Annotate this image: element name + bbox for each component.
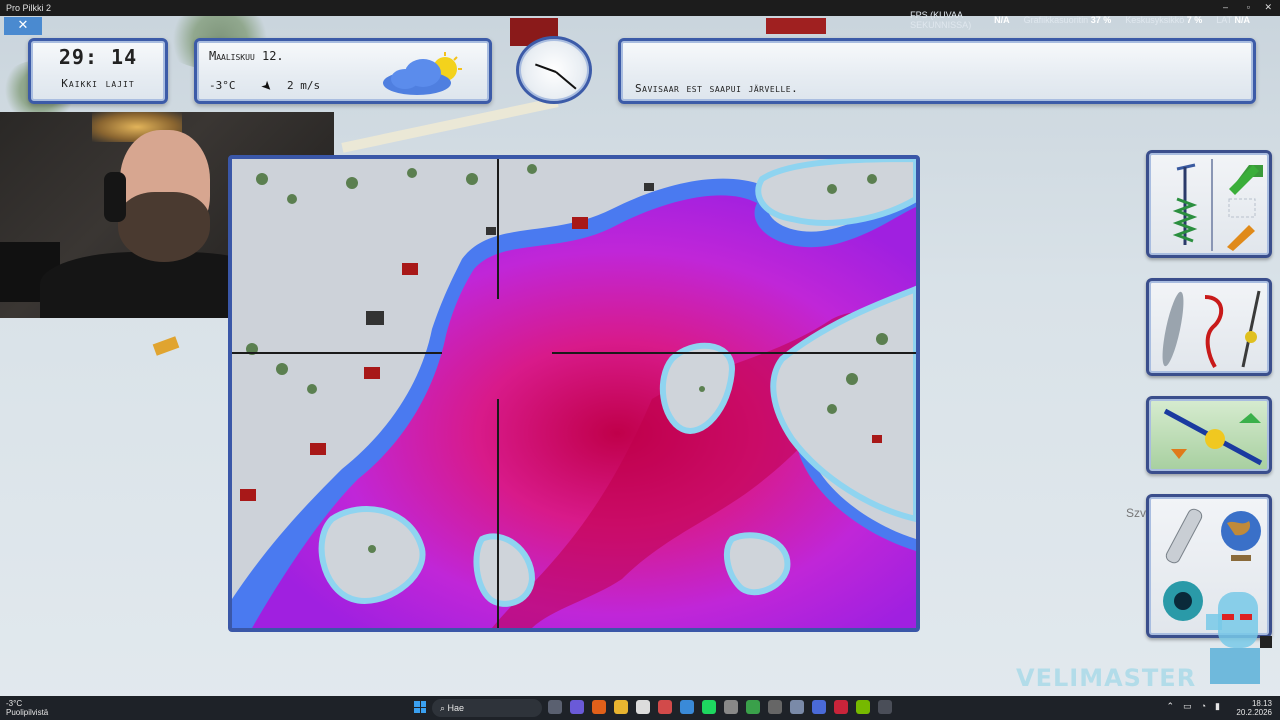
tool-lures-panel[interactable] xyxy=(1146,278,1272,376)
island xyxy=(723,532,791,596)
game-mode: Kaikki lajit xyxy=(61,77,135,90)
thermos-icon[interactable] xyxy=(1157,505,1211,567)
app-icon-tool[interactable] xyxy=(790,700,804,714)
search-icon: ⌕ xyxy=(440,703,448,713)
taskbar-apps xyxy=(548,700,892,714)
fishing-rod-icon[interactable] xyxy=(1157,405,1267,469)
game-time: 29: 14 xyxy=(58,45,138,69)
ice-drill-icon[interactable] xyxy=(1157,159,1207,251)
temperature: -3°C xyxy=(209,79,236,92)
app-icon-firefox[interactable] xyxy=(592,700,606,714)
app-icon-spotify[interactable] xyxy=(702,700,716,714)
task-view-icon[interactable] xyxy=(548,700,562,714)
fps-label: FPS (KUVAA SEKUNNISSA) xyxy=(910,10,972,30)
lat-value: N/A xyxy=(1234,15,1251,25)
app-icon-discord[interactable] xyxy=(812,700,826,714)
fps-value: N/A xyxy=(994,15,1010,25)
wind-direction-icon: ➤ xyxy=(255,76,278,99)
north-shore xyxy=(755,159,916,226)
time-panel: 29: 14 Kaikki lajit xyxy=(28,38,168,104)
start-button[interactable] xyxy=(414,701,426,713)
move-arrows-icon[interactable] xyxy=(1219,159,1267,251)
lat-label: LAT xyxy=(1216,15,1232,25)
app-icon-game[interactable] xyxy=(878,700,892,714)
weather-panel: Maaliskuu 12. -3°C ➤ 2 m/s xyxy=(194,38,492,104)
jig-lure-icon[interactable] xyxy=(1233,287,1269,371)
tray-battery-icon[interactable]: ▮ xyxy=(1215,701,1220,712)
analog-clock xyxy=(516,36,592,104)
game-date: Maaliskuu 12. xyxy=(209,49,284,63)
mascot-logo xyxy=(1206,592,1272,684)
cabin-object xyxy=(766,18,826,34)
tool-ice-drill-panel[interactable] xyxy=(1146,150,1272,258)
app-icon-explorer[interactable] xyxy=(614,700,628,714)
message-panel: Savisaar est saapui järvelle. xyxy=(618,38,1256,104)
system-tray[interactable]: ⌃ ▭ ◔ ▮ xyxy=(1167,701,1220,712)
globe-icon[interactable] xyxy=(1213,505,1267,567)
spoon-lure-icon[interactable] xyxy=(1155,287,1191,371)
app-icon-chrome[interactable] xyxy=(658,700,672,714)
tool-fishing-rod-panel[interactable] xyxy=(1146,396,1272,474)
taskbar-weather-temp: -3°C xyxy=(6,699,23,708)
webcam-beard xyxy=(118,192,210,262)
webcam-headphone xyxy=(104,172,126,222)
gpu-value: 37 % xyxy=(1090,15,1112,25)
cpu-value: 7 % xyxy=(1186,15,1203,25)
partly-cloudy-icon xyxy=(383,52,462,95)
channel-watermark: VELIMASTER xyxy=(1016,664,1197,692)
event-message: Savisaar est saapui järvelle. xyxy=(635,82,799,95)
window-title: Pro Pilkki 2 xyxy=(6,3,52,13)
os-taskbar: -3°C Puolipilvistä ⌕ Hae ⌃ ▭ ◔ ▮ 18.13 2… xyxy=(0,696,1280,720)
lake-depth-map[interactable] xyxy=(228,155,920,632)
gpu-label: Grafiikkasuoritin xyxy=(1023,15,1089,25)
clock-minute-hand xyxy=(555,71,577,90)
cpu-label: Keskusyksikkö xyxy=(1125,15,1185,25)
taskbar-date: 20.2.2026 xyxy=(1236,708,1272,717)
island xyxy=(318,506,426,604)
wind-speed: 2 m/s xyxy=(287,79,321,92)
close-button[interactable]: ✕ xyxy=(1264,2,1272,13)
tray-volume-icon[interactable]: ◔ xyxy=(1201,701,1206,712)
tray-chevron-icon[interactable]: ⌃ xyxy=(1167,701,1175,712)
app-icon-store[interactable] xyxy=(636,700,650,714)
worm-bait-icon[interactable] xyxy=(1195,287,1231,371)
app-icon-generic[interactable] xyxy=(724,700,738,714)
clock-hour-hand xyxy=(534,63,557,73)
performance-overlay: FPS (KUVAA SEKUNNISSA) N/A Grafiikkasuor… xyxy=(910,10,1250,30)
app-icon-teams[interactable] xyxy=(570,700,584,714)
app-icon-nvidia[interactable] xyxy=(856,700,870,714)
app-icon-steam[interactable] xyxy=(768,700,782,714)
app-icon-xbox[interactable] xyxy=(746,700,760,714)
taskbar-search-label: Hae xyxy=(447,703,465,713)
app-icon-terminal[interactable] xyxy=(680,700,694,714)
taskbar-weather-text: Puolipilvistä xyxy=(6,708,49,717)
tool-divider xyxy=(1211,159,1213,251)
boat-object xyxy=(152,336,180,356)
taskbar-weather[interactable]: -3°C Puolipilvistä xyxy=(6,699,48,717)
taskbar-search[interactable]: ⌕ Hae xyxy=(432,699,542,717)
taskbar-clock[interactable]: 18.13 20.2.2026 xyxy=(1236,699,1272,717)
app-icon-obs[interactable] xyxy=(834,700,848,714)
tray-network-icon[interactable]: ▭ xyxy=(1183,701,1192,712)
depth-map-graphic[interactable] xyxy=(232,159,916,628)
road xyxy=(341,97,559,153)
taskbar-time: 18.13 xyxy=(1251,699,1272,708)
side-label: Szv xyxy=(1126,506,1147,520)
overlay-close-button[interactable]: ✕ xyxy=(4,17,42,35)
